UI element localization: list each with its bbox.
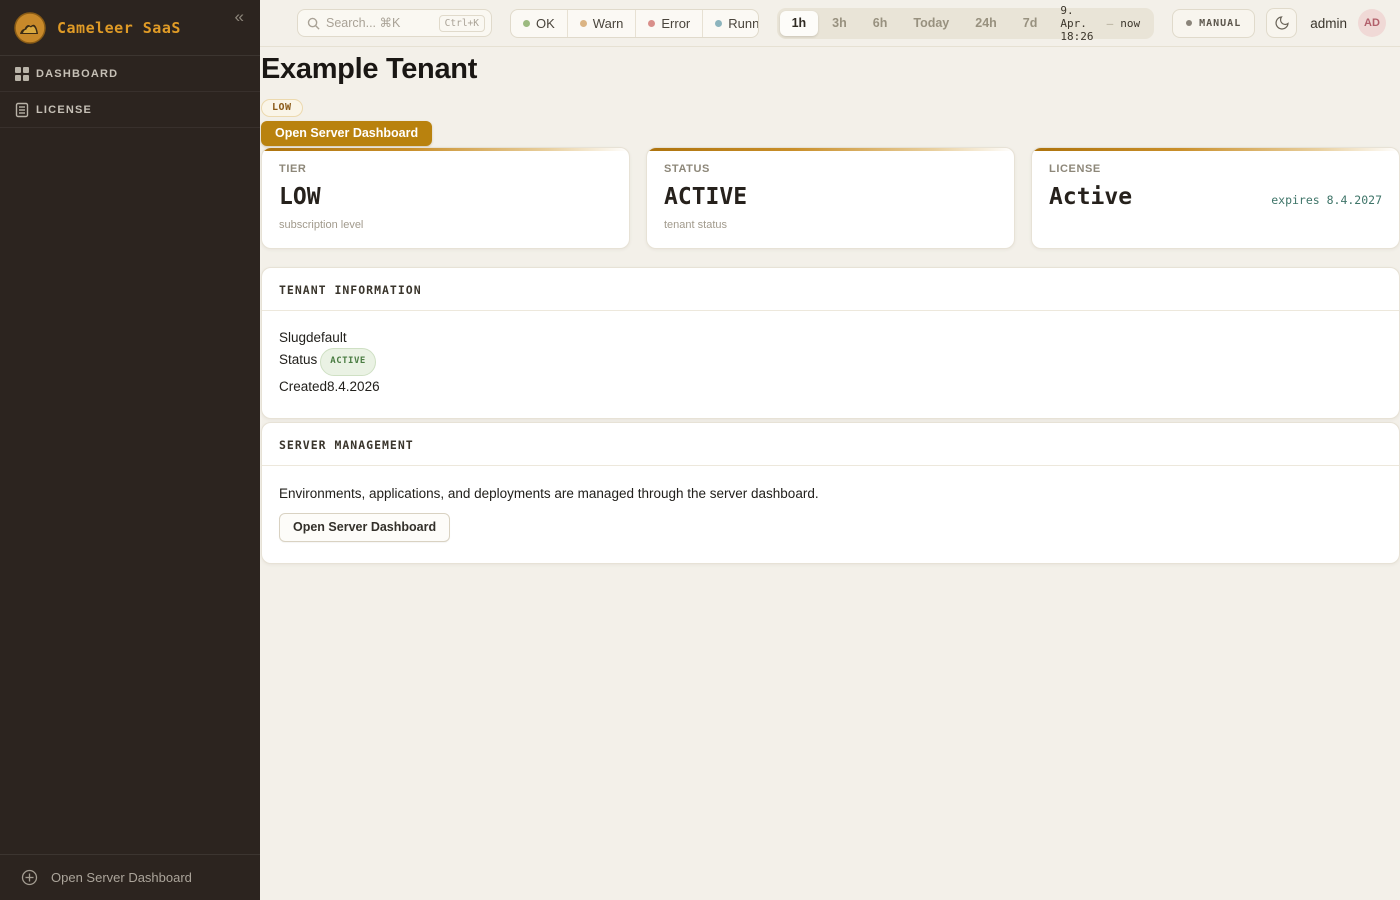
open-server-dashboard-button[interactable]: Open Server Dashboard xyxy=(261,121,432,146)
tenant-slug-row: Slugdefault xyxy=(279,327,1382,348)
created-value: 8.4.2026 xyxy=(327,379,380,394)
license-card: LICENSE Active expires 8.4.2027 xyxy=(1031,147,1400,249)
time-range-6h[interactable]: 6h xyxy=(861,11,900,36)
active-status-badge: ACTIVE xyxy=(320,348,376,376)
tenant-created-row: Created8.4.2026 xyxy=(279,376,1382,397)
time-range-display[interactable]: 9. Apr. 18:26–now xyxy=(1051,4,1151,43)
main-column: Ctrl+K OK Warn Error Running 1h 3h 6 xyxy=(260,0,1400,900)
time-range-today[interactable]: Today xyxy=(901,11,961,36)
search-box[interactable]: Ctrl+K xyxy=(297,9,492,37)
status-filter-label: Warn xyxy=(593,16,624,31)
topbar-right-cluster: MANUAL admin AD xyxy=(1172,8,1386,38)
server-management-description: Environments, applications, and deployme… xyxy=(279,486,1382,501)
manual-label: MANUAL xyxy=(1199,18,1241,29)
sidebar-open-server-dashboard-link[interactable]: Open Server Dashboard xyxy=(0,854,260,900)
manual-dot-icon xyxy=(1186,20,1192,26)
created-label: Created xyxy=(279,379,327,394)
panel-title: SERVER MANAGEMENT xyxy=(262,423,1399,466)
sidebar-spacer xyxy=(0,128,260,854)
sidebar-item-dashboard[interactable]: DASHBOARD xyxy=(0,56,260,92)
running-status-dot-icon xyxy=(715,20,722,27)
time-range-24h[interactable]: 24h xyxy=(963,11,1009,36)
status-filter-label: OK xyxy=(536,16,555,31)
card-label: TIER xyxy=(279,163,612,175)
sidebar: Cameleer SaaS « DASHBOARD LICENSE xyxy=(0,0,260,900)
server-management-panel: SERVER MANAGEMENT Environments, applicat… xyxy=(261,422,1400,564)
tier-badge-row: LOW xyxy=(261,97,1400,117)
card-subtitle: tenant status xyxy=(664,219,997,231)
server-dashboard-outline-button[interactable]: Open Server Dashboard xyxy=(279,513,450,542)
dashboard-grid-icon xyxy=(14,66,30,82)
tenant-status-row: StatusACTIVE xyxy=(279,348,1382,376)
status-filter-error[interactable]: Error xyxy=(635,10,702,37)
moon-icon xyxy=(1274,15,1290,31)
error-status-dot-icon xyxy=(648,20,655,27)
brand-camel-logo-icon xyxy=(14,12,46,44)
dark-mode-toggle[interactable] xyxy=(1266,8,1297,38)
content-area: Example Tenant LOW Open Server Dashboard… xyxy=(260,47,1400,900)
time-range-group: 1h 3h 6h Today 24h 7d 9. Apr. 18:26–now xyxy=(777,8,1155,39)
sidebar-footer-label: Open Server Dashboard xyxy=(51,870,192,885)
card-subtitle: subscription level xyxy=(279,219,612,231)
sidebar-item-label: DASHBOARD xyxy=(36,68,118,80)
card-value: Active xyxy=(1049,184,1132,210)
ok-status-dot-icon xyxy=(523,20,530,27)
status-filter-running[interactable]: Running xyxy=(702,10,758,37)
status-card: STATUS ACTIVE tenant status xyxy=(646,147,1015,249)
slug-value: default xyxy=(306,330,347,345)
status-filter-warn[interactable]: Warn xyxy=(567,10,636,37)
tier-card: TIER LOW subscription level xyxy=(261,147,630,249)
sidebar-collapse-button[interactable]: « xyxy=(231,6,248,27)
warn-status-dot-icon xyxy=(580,20,587,27)
tenant-information-panel: TENANT INFORMATION Slugdefault StatusACT… xyxy=(261,267,1400,419)
time-to: now xyxy=(1120,17,1140,30)
search-icon xyxy=(307,17,320,30)
time-range-3h[interactable]: 3h xyxy=(820,11,859,36)
username-label: admin xyxy=(1310,16,1347,31)
time-range-1h[interactable]: 1h xyxy=(780,11,819,36)
tier-badge: LOW xyxy=(261,99,303,117)
status-label: Status xyxy=(279,352,317,367)
status-filter-group: OK Warn Error Running xyxy=(510,9,759,38)
card-label: LICENSE xyxy=(1049,163,1382,175)
panel-title: TENANT INFORMATION xyxy=(262,268,1399,311)
status-filter-ok[interactable]: OK xyxy=(511,10,567,37)
stat-cards-row: TIER LOW subscription level STATUS ACTIV… xyxy=(261,147,1400,249)
user-avatar[interactable]: AD xyxy=(1358,9,1386,37)
brand-name: Cameleer SaaS xyxy=(57,19,220,37)
manual-mode-button[interactable]: MANUAL xyxy=(1172,9,1255,38)
sidebar-item-label: LICENSE xyxy=(36,104,92,116)
sidebar-item-license[interactable]: LICENSE xyxy=(0,92,260,128)
topbar: Ctrl+K OK Warn Error Running 1h 3h 6 xyxy=(260,0,1400,47)
search-shortcut-kbd: Ctrl+K xyxy=(439,15,485,32)
license-document-icon xyxy=(14,102,30,118)
time-separator: – xyxy=(1107,17,1114,30)
circle-plus-icon xyxy=(21,869,38,886)
card-value: LOW xyxy=(279,184,321,210)
card-label: STATUS xyxy=(664,163,997,175)
time-range-7d[interactable]: 7d xyxy=(1011,11,1050,36)
status-filter-label: Error xyxy=(661,16,690,31)
page-title: Example Tenant xyxy=(261,53,1400,86)
search-input[interactable] xyxy=(326,16,433,30)
card-value: ACTIVE xyxy=(664,184,747,210)
sidebar-header: Cameleer SaaS « xyxy=(0,0,260,56)
time-from: 9. Apr. 18:26 xyxy=(1060,4,1099,43)
sidebar-nav: DASHBOARD LICENSE xyxy=(0,56,260,128)
license-expiry-note: expires 8.4.2027 xyxy=(1271,193,1382,207)
status-filter-label: Running xyxy=(728,16,758,31)
slug-label: Slug xyxy=(279,330,306,345)
